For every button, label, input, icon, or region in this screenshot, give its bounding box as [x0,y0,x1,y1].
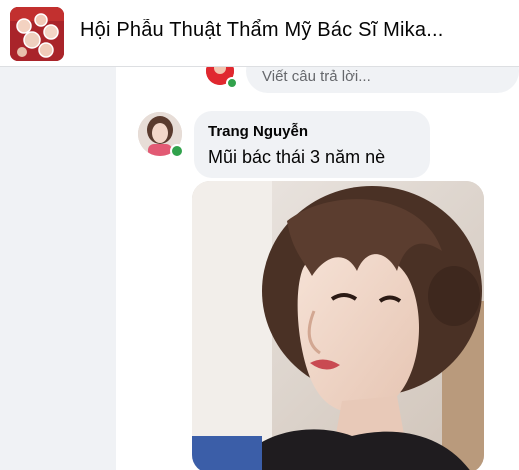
feed: Viết câu trả lời... Trang Nguyễn Mũi bác… [0,49,519,470]
online-indicator-icon [226,77,238,89]
comment-text: Mũi bác thái 3 năm nè [208,147,386,167]
reply-placeholder: Viết câu trả lời... [262,68,371,85]
comment-bubble: Trang Nguyễn Mũi bác thái 3 năm nè [194,111,430,178]
portrait-photo-icon [192,181,484,470]
group-thumbnail-icon[interactable] [10,7,64,61]
comment-author[interactable]: Trang Nguyễn [208,123,308,140]
group-header: Hội Phẫu Thuật Thẩm Mỹ Bác Sĩ Mika... [0,0,519,67]
group-title[interactable]: Hội Phẫu Thuật Thẩm Mỹ Bác Sĩ Mika... [80,19,510,42]
online-indicator-icon [170,144,184,158]
comment-photo[interactable] [192,181,484,470]
screen: Hội Phẫu Thuật Thẩm Mỹ Bác Sĩ Mika... Vi… [0,0,519,470]
